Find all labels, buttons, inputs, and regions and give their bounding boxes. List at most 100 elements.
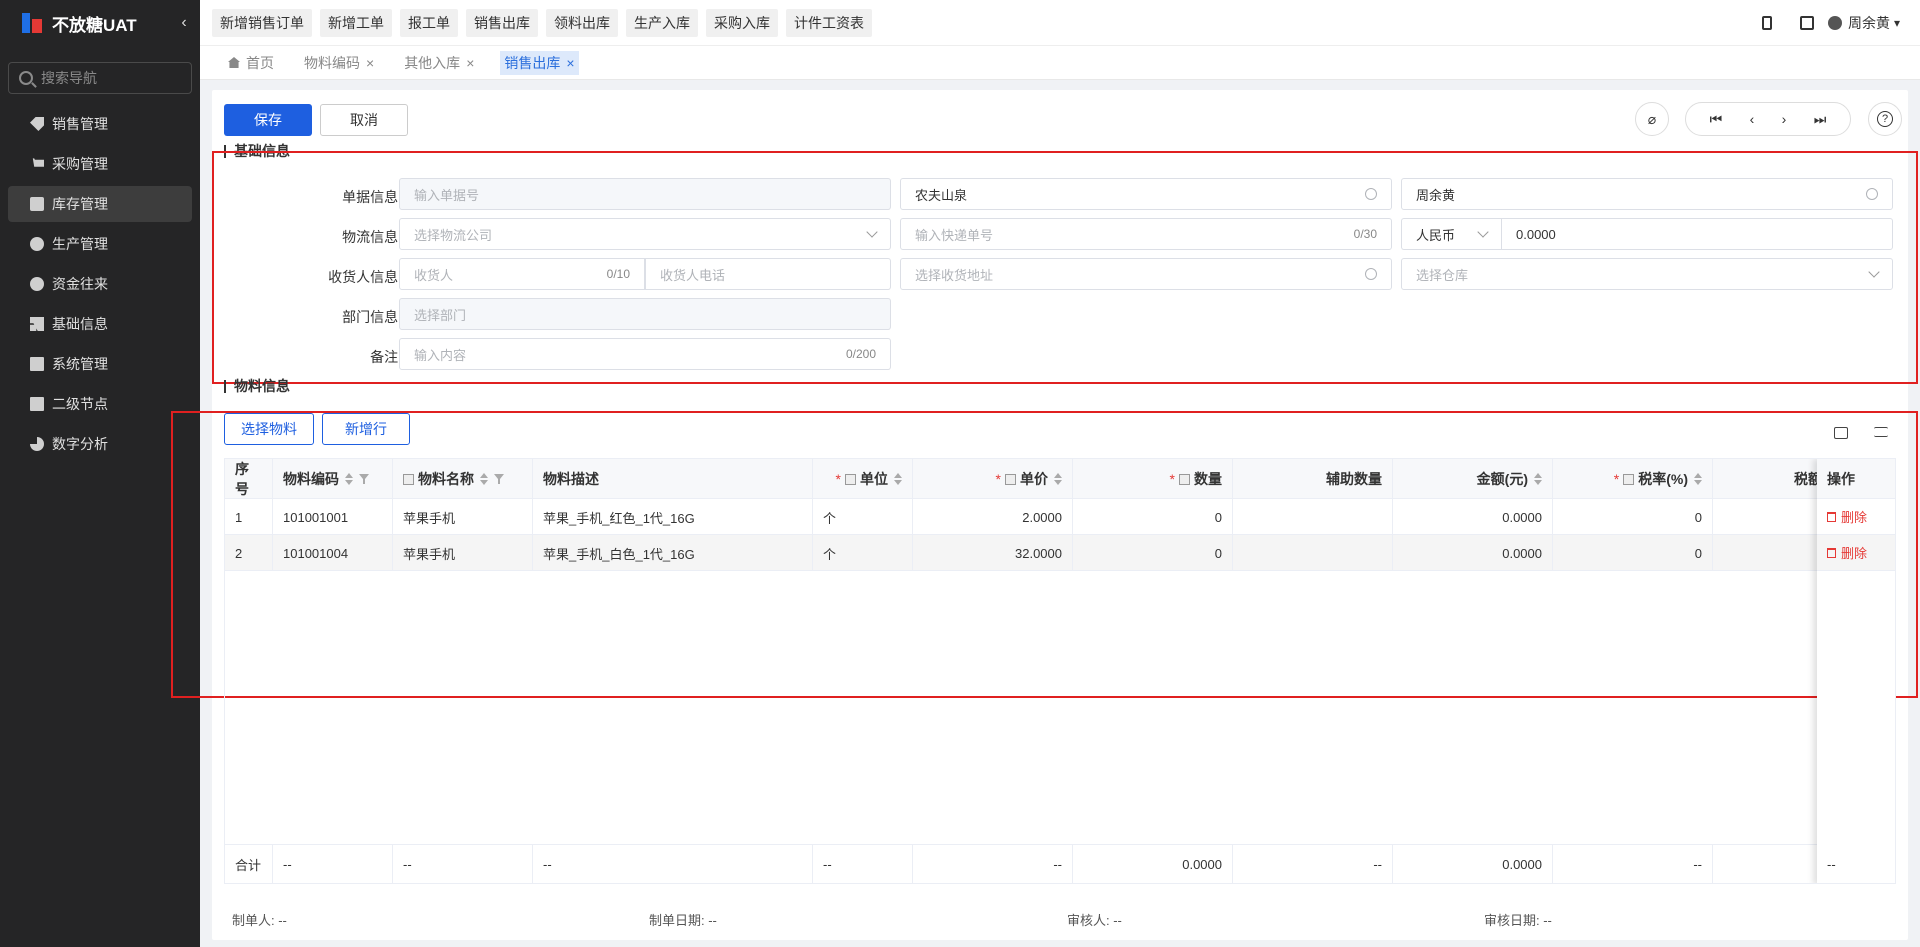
select-material-button[interactable]: 选择物料 xyxy=(224,413,314,445)
quick-piece-wage-button[interactable]: 计件工资表 xyxy=(786,8,872,37)
tab-home[interactable]: 首页 xyxy=(224,51,278,75)
table-row[interactable]: 2 101001004 苹果手机 苹果_手机_白色_1代_16G 个 32.00… xyxy=(225,535,1895,571)
filter-icon[interactable] xyxy=(494,474,504,484)
delete-button[interactable]: 删除 xyxy=(1827,543,1867,562)
cell-unit[interactable]: 个 xyxy=(813,535,913,571)
next-record-icon[interactable]: › xyxy=(1782,111,1787,127)
last-record-icon[interactable]: ⏭ xyxy=(1814,111,1827,128)
horizontal-scrollbar[interactable] xyxy=(225,883,1115,884)
col-price-label: 单价 xyxy=(1020,471,1048,487)
col-name[interactable]: 物料名称 xyxy=(393,459,533,499)
user-name[interactable]: 周余黄 xyxy=(1848,13,1890,33)
sidebar-item-inventory[interactable]: 库存管理 xyxy=(8,186,192,222)
col-price[interactable]: * 单价 xyxy=(913,459,1073,499)
tab-sales-outbound[interactable]: 销售出库 × xyxy=(500,50,579,75)
quick-work-report-button[interactable]: 报工单 xyxy=(400,8,458,37)
col-code[interactable]: 物料编码 xyxy=(273,459,393,499)
col-amount[interactable]: 金额(元) xyxy=(1393,459,1553,499)
sort-icon[interactable] xyxy=(480,473,488,485)
tracking-number-input[interactable]: 输入快递单号 0/30 xyxy=(900,218,1392,250)
quick-new-sales-order-button[interactable]: 新增销售订单 xyxy=(212,8,312,37)
first-record-icon[interactable]: ⏮ xyxy=(1710,111,1723,128)
prev-record-icon[interactable]: ‹ xyxy=(1750,111,1755,127)
sidebar-item-purchase[interactable]: 采购管理 xyxy=(8,146,192,182)
cancel-button[interactable]: 取消 xyxy=(320,104,408,136)
cell-tax-rate[interactable]: 0 xyxy=(1553,535,1713,571)
col-tax-rate[interactable]: * 税率(%) xyxy=(1553,459,1713,499)
customer-select[interactable]: 农夫山泉 xyxy=(900,178,1392,210)
help-button[interactable]: ? xyxy=(1868,102,1902,136)
footer-code: -- xyxy=(273,845,393,883)
sidebar-item-funds[interactable]: 资金往来 xyxy=(8,266,192,302)
sidebar-item-sales[interactable]: 销售管理 xyxy=(8,106,192,142)
quick-sales-outbound-button[interactable]: 销售出库 xyxy=(466,8,538,37)
tab-other-inbound[interactable]: 其他入库 × xyxy=(400,51,478,75)
logistics-company-select[interactable]: 选择物流公司 xyxy=(399,218,891,250)
mobile-icon[interactable] xyxy=(1761,16,1772,30)
table-row[interactable]: 1 101001001 苹果手机 苹果_手机_红色_1代_16G 个 2.000… xyxy=(225,499,1895,535)
top-right-tools: 周余黄 ▾ xyxy=(1748,0,1900,46)
cell-name[interactable]: 苹果手机 xyxy=(393,499,533,535)
col-qty[interactable]: * 数量 xyxy=(1073,459,1233,499)
sidebar: 不放糖UAT ‹ 搜索导航 销售管理 采购管理 库存管理 生产管理 资金往来 基… xyxy=(0,0,200,947)
sidebar-item-system[interactable]: 系统管理 xyxy=(8,346,192,382)
delete-button[interactable]: 删除 xyxy=(1827,507,1867,526)
cell-tax-rate[interactable]: 0 xyxy=(1553,499,1713,535)
salesperson-select[interactable]: 周余黄 xyxy=(1401,178,1893,210)
warehouse-select[interactable]: 选择仓库 xyxy=(1401,258,1893,290)
cell-qty[interactable]: 0 xyxy=(1073,499,1233,535)
col-code-label: 物料编码 xyxy=(283,471,339,487)
sidebar-item-secondary-node[interactable]: 二级节点 xyxy=(8,386,192,422)
close-icon[interactable]: × xyxy=(366,55,374,71)
receiver-input[interactable]: 收货人 0/10 xyxy=(399,258,645,290)
fullscreen-icon[interactable] xyxy=(1834,427,1848,439)
add-row-button[interactable]: 新增行 xyxy=(322,413,410,445)
nav-search-input[interactable]: 搜索导航 xyxy=(8,62,192,94)
tab-label: 销售出库 xyxy=(504,54,561,71)
cell-name[interactable]: 苹果手机 xyxy=(393,535,533,571)
doc-number-input[interactable]: 输入单据号 xyxy=(399,178,891,210)
sort-icon[interactable] xyxy=(1694,473,1702,485)
row-2-delete[interactable]: 删除 xyxy=(1817,535,1895,571)
row-1-delete[interactable]: 删除 xyxy=(1817,499,1895,535)
cell-price[interactable]: 2.0000 xyxy=(913,499,1073,535)
sort-icon[interactable] xyxy=(1054,473,1062,485)
warehouse-placeholder: 选择仓库 xyxy=(1416,267,1469,283)
close-icon[interactable]: × xyxy=(566,55,574,71)
sidebar-item-production[interactable]: 生产管理 xyxy=(8,226,192,262)
currency-select[interactable]: 人民币 xyxy=(1401,218,1501,250)
doc-number-placeholder: 输入单据号 xyxy=(414,187,480,203)
sort-icon[interactable] xyxy=(345,473,353,485)
tab-material-code[interactable]: 物料编码 × xyxy=(300,51,378,75)
column-settings-icon[interactable] xyxy=(1874,427,1888,437)
top-bar: 新增销售订单 新增工单 报工单 销售出库 领料出库 生产入库 采购入库 计件工资… xyxy=(200,0,1920,46)
chevron-left-icon[interactable]: ‹ xyxy=(172,14,196,32)
cell-unit[interactable]: 个 xyxy=(813,499,913,535)
exchange-rate-input[interactable]: 0.0000 xyxy=(1501,218,1893,250)
address-select[interactable]: 选择收货地址 xyxy=(900,258,1392,290)
sidebar-item-label: 资金往来 xyxy=(52,276,108,292)
col-unit[interactable]: * 单位 xyxy=(813,459,913,499)
department-select[interactable]: 选择部门 xyxy=(399,298,891,330)
remark-input[interactable]: 输入内容 0/200 xyxy=(399,338,891,370)
cell-qty[interactable]: 0 xyxy=(1073,535,1233,571)
quick-new-work-order-button[interactable]: 新增工单 xyxy=(320,8,392,37)
sidebar-item-basic[interactable]: 基础信息 xyxy=(8,306,192,342)
save-button[interactable]: 保存 xyxy=(224,104,312,136)
filter-icon[interactable] xyxy=(359,474,369,484)
quick-material-outbound-button[interactable]: 领料出库 xyxy=(546,8,618,37)
chevron-down-icon[interactable]: ▾ xyxy=(1894,16,1900,30)
sort-icon[interactable] xyxy=(1534,473,1542,485)
attachment-button[interactable]: ⌀ xyxy=(1635,102,1669,136)
close-icon[interactable]: × xyxy=(466,55,474,71)
quick-production-inbound-button[interactable]: 生产入库 xyxy=(626,8,698,37)
sort-icon[interactable] xyxy=(894,473,902,485)
quick-purchase-inbound-button[interactable]: 采购入库 xyxy=(706,8,778,37)
sidebar-item-analytics[interactable]: 数字分析 xyxy=(8,426,192,462)
image-icon[interactable] xyxy=(1799,16,1814,30)
receiver-phone-input[interactable]: 收货人电话 xyxy=(645,258,891,290)
cell-price[interactable]: 32.0000 xyxy=(913,535,1073,571)
footer-op: -- xyxy=(1827,856,1836,872)
pie-chart-icon xyxy=(30,437,44,451)
search-icon xyxy=(1365,188,1377,200)
